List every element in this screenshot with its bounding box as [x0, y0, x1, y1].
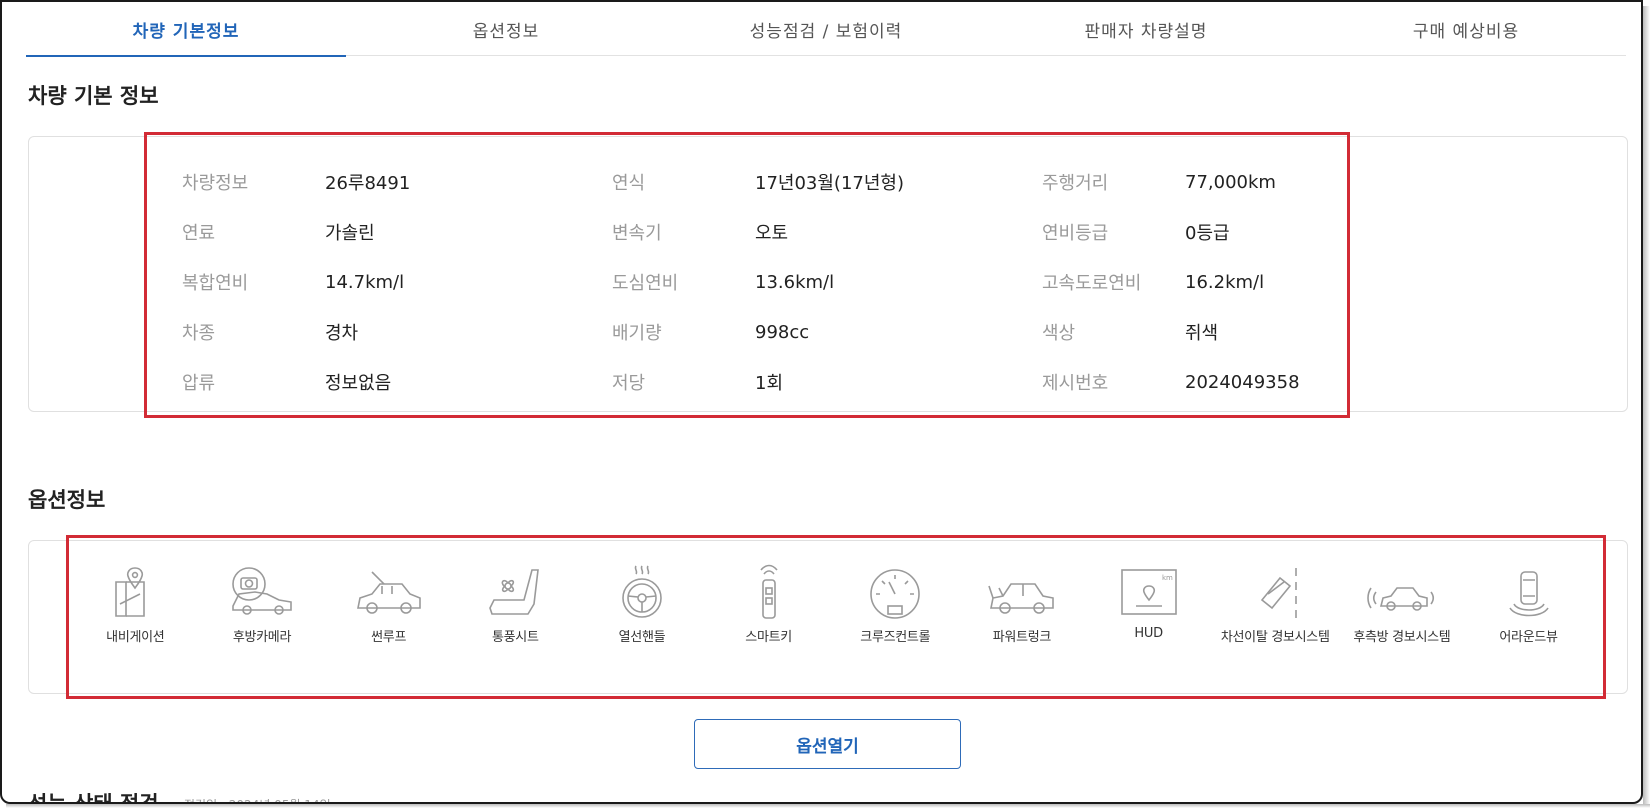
- ventilated-seat-icon: [489, 569, 540, 615]
- option-item: 어라운드뷰: [1465, 564, 1592, 684]
- info-label: 주행거리: [1042, 173, 1109, 194]
- around-view-icon: [1508, 571, 1549, 617]
- info-label: 고속도로연비: [1042, 273, 1142, 294]
- info-value: 0등급: [1185, 223, 1230, 244]
- basic-info-grid: 차량정보 26루8491 연식 17년03월(17년형) 주행거리 77,000km …: [182, 157, 1332, 407]
- option-item: 후측방 경보시스템: [1339, 564, 1466, 684]
- option-label: 통풍시트: [491, 630, 539, 645]
- cruise-control-icon: [870, 569, 921, 619]
- info-value: 77,000km: [1185, 171, 1276, 193]
- power-trunk-icon: [988, 583, 1054, 614]
- option-label: 열선핸들: [618, 630, 666, 645]
- info-label: 색상: [1042, 323, 1076, 344]
- info-value: 경차: [325, 323, 359, 344]
- heated-steering-icon: [622, 565, 662, 618]
- info-row: 차량정보 26루8491 연식 17년03월(17년형) 주행거리 77,000km: [182, 157, 1332, 207]
- open-options-button[interactable]: 옵션열기: [694, 719, 961, 769]
- tab-bar: 차량 기본정보 옵션정보 성능점검 / 보험이력 판매자 차량설명 구매 예상비…: [26, 2, 1626, 57]
- info-row: 복합연비 14.7km/l 도심연비 13.6km/l 고속도로연비 16.2km/l: [182, 257, 1332, 307]
- info-value: 오토: [755, 223, 789, 244]
- info-value: 26루8491: [325, 173, 411, 194]
- hud-icon: km: [1120, 569, 1177, 615]
- option-item: 크루즈컨트롤: [832, 564, 959, 684]
- info-value: 16.2km/l: [1185, 271, 1265, 293]
- info-label: 연료: [182, 223, 216, 244]
- option-label: 내비게이션: [106, 630, 165, 645]
- info-label: 도심연비: [612, 273, 679, 294]
- option-item: 스마트키: [705, 564, 832, 684]
- rear-camera-icon: [232, 567, 292, 615]
- sunroof-icon: [356, 571, 421, 614]
- option-item: 차선이탈 경보시스템: [1212, 564, 1339, 684]
- option-label: 스마트키: [745, 630, 792, 645]
- option-item: 파워트렁크: [959, 564, 1086, 684]
- info-value: 14.7km/l: [325, 271, 405, 293]
- options-title: 옵션정보: [28, 488, 106, 512]
- inspection-date: 점검일 : 2024년 05월 14일: [184, 796, 331, 802]
- info-value: 998cc: [755, 321, 810, 343]
- option-item: 후방카메라: [199, 564, 326, 684]
- option-item: 내비게이션: [72, 564, 199, 684]
- tab-options[interactable]: 옵션정보: [346, 2, 666, 56]
- info-label: 압류: [182, 373, 216, 394]
- option-label: 썬루프: [371, 630, 407, 645]
- svg-text:km: km: [1162, 574, 1173, 582]
- option-label: 후방카메라: [232, 630, 292, 645]
- option-item: 통풍시트: [452, 564, 579, 684]
- navigation-icon: [115, 567, 146, 617]
- option-item: 열선핸들: [579, 564, 706, 684]
- options-list: 내비게이션 후방카메라 썬루프 통풍시트 열선핸들 스마트키 크루즈컨트롤 파워…: [72, 564, 1592, 684]
- tab-seller-description[interactable]: 판매자 차량설명: [986, 2, 1306, 56]
- option-item: km HUD: [1085, 564, 1212, 684]
- smart-key-icon: [759, 564, 778, 619]
- info-label: 배기량: [612, 323, 662, 344]
- info-value: 1회: [755, 373, 784, 394]
- info-row: 압류 정보없음 저당 1회 제시번호 2024049358: [182, 357, 1332, 407]
- info-value: 정보없음: [325, 373, 392, 394]
- info-value: 17년03월(17년형): [755, 173, 904, 194]
- basic-info-title: 차량 기본 정보: [28, 84, 159, 108]
- info-row: 차종 경차 배기량 998cc 색상 쥐색: [182, 307, 1332, 357]
- info-value: 2024049358: [1185, 371, 1300, 393]
- tab-expected-cost[interactable]: 구매 예상비용: [1306, 2, 1626, 56]
- option-label: 파워트렁크: [992, 630, 1052, 645]
- tab-performance-insurance[interactable]: 성능점검 / 보험이력: [666, 2, 986, 56]
- info-row: 연료 가솔린 변속기 오토 연비등급 0등급: [182, 207, 1332, 257]
- info-label: 차량정보: [182, 173, 249, 194]
- page-frame: 차량 기본정보 옵션정보 성능점검 / 보험이력 판매자 차량설명 구매 예상비…: [0, 0, 1643, 804]
- info-value: 가솔린: [325, 223, 375, 244]
- info-value: 13.6km/l: [755, 271, 835, 293]
- option-label: 어라운드뷰: [1499, 630, 1558, 645]
- info-label: 제시번호: [1042, 373, 1109, 394]
- lane-departure-icon: [1261, 568, 1298, 618]
- info-label: 차종: [182, 323, 216, 344]
- info-label: 연식: [612, 173, 646, 194]
- option-item: 썬루프: [325, 564, 452, 684]
- info-label: 연비등급: [1042, 223, 1109, 244]
- option-label: HUD: [1134, 626, 1163, 641]
- info-value: 쥐색: [1185, 323, 1219, 344]
- option-label: 크루즈컨트롤: [860, 630, 931, 645]
- performance-title: 성능 상태 점검: [28, 792, 159, 804]
- tab-basic-info[interactable]: 차량 기본정보: [26, 2, 346, 57]
- info-label: 변속기: [612, 223, 662, 244]
- info-label: 복합연비: [182, 273, 249, 294]
- option-label: 차선이탈 경보시스템: [1220, 630, 1330, 645]
- info-label: 저당: [612, 373, 646, 394]
- blind-spot-icon: [1367, 587, 1434, 611]
- option-label: 후측방 경보시스템: [1353, 630, 1451, 645]
